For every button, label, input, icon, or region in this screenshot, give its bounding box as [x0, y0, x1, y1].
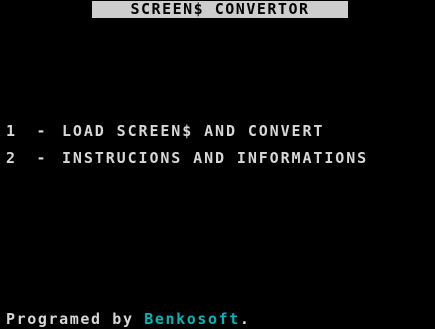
menu-option-separator: -: [36, 149, 48, 167]
menu-option-separator: -: [36, 122, 48, 140]
menu-option-instructions[interactable]: 2 - INSTRUCIONS AND INFORMATIONS: [6, 149, 368, 167]
credits-author: Benkosoft: [144, 310, 240, 328]
game-screen: SCREEN$ CONVERTOR 1 - LOAD SCREEN$ AND CON…: [0, 0, 435, 329]
credits-prefix: Programed by: [6, 310, 145, 328]
title-text: SCREEN$ CONVERTOR: [130, 0, 310, 18]
menu-option-key: 1: [6, 122, 17, 140]
menu-option-label: LOAD SCREEN$ AND CONVERT: [62, 122, 325, 140]
title-banner: SCREEN$ CONVERTOR: [92, 1, 348, 18]
credits-suffix: .: [239, 310, 251, 328]
menu-option-key: 2: [6, 149, 17, 167]
menu-option-label: INSTRUCIONS AND INFORMATIONS: [62, 149, 369, 167]
credits-line: Programed by Benkosoft.: [6, 310, 251, 328]
menu-option-load-convert[interactable]: 1 - LOAD SCREEN$ AND CONVERT: [6, 122, 324, 140]
